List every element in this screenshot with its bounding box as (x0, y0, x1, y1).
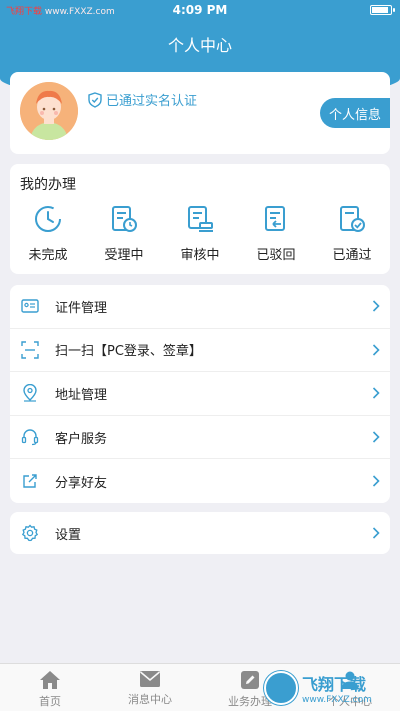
menu-item-id-management[interactable]: 证件管理 (10, 285, 390, 329)
status-item-incomplete[interactable]: 未完成 (10, 204, 86, 263)
menu-item-address-management[interactable]: 地址管理 (10, 372, 390, 416)
menu-item-settings[interactable]: 设置 (10, 512, 390, 554)
menu-item-label: 客户服务 (55, 431, 108, 447)
tab-messages[interactable]: 消息中心 (100, 664, 200, 711)
shield-check-icon (88, 91, 102, 108)
status-label: 未完成 (28, 248, 68, 263)
handling-status-row: 未完成 受理中 审核中 已驳回 已通过 (10, 204, 390, 263)
battery-icon (370, 5, 395, 15)
menu-item-label: 地址管理 (55, 387, 108, 403)
status-time: 4:09 PM (172, 3, 228, 17)
tab-label: 首页 (39, 695, 61, 708)
document-clock-icon (112, 206, 137, 232)
verification-status: 已通过实名认证 (88, 90, 197, 109)
tab-home[interactable]: 首页 (0, 664, 100, 711)
chevron-right-icon (372, 387, 380, 400)
status-item-reviewing[interactable]: 审核中 (162, 204, 238, 263)
share-icon (23, 474, 37, 488)
menu-item-share-friends[interactable]: 分享好友 (10, 459, 390, 503)
status-bar: 飞翔下载 www.FXXZ.com 4:09 PM (0, 0, 400, 20)
document-return-icon (265, 206, 285, 231)
chevron-right-icon (372, 344, 380, 356)
status-item-rejected[interactable]: 已驳回 (238, 204, 314, 263)
menu-item-label: 证件管理 (55, 300, 108, 316)
menu-card: 证件管理 扫一扫【PC登录、签章】 地址管理 客户服务 分享好友 (10, 285, 390, 503)
settings-card: 设置 (10, 512, 390, 554)
status-item-approved[interactable]: 已通过 (314, 204, 390, 263)
status-label: 受理中 (104, 248, 144, 263)
mail-icon (139, 671, 161, 687)
profile-card: 已通过实名认证 个人信息 (10, 72, 390, 154)
menu-item-label: 设置 (55, 527, 82, 543)
status-label: 已驳回 (256, 248, 296, 263)
status-label: 审核中 (180, 248, 220, 263)
document-stamp-icon (188, 206, 213, 232)
pencil-icon (241, 671, 259, 689)
menu-item-customer-service[interactable]: 客户服务 (10, 416, 390, 460)
watermark-title: 飞翔下载 (302, 675, 367, 694)
section-title: 我的办理 (20, 177, 76, 193)
page-title: 个人中心 (167, 36, 232, 55)
personal-info-button[interactable]: 个人信息 (320, 98, 390, 128)
status-label: 已通过 (332, 248, 372, 263)
menu-item-label: 分享好友 (55, 475, 108, 491)
location-pin-icon (23, 384, 37, 403)
gear-icon (21, 524, 39, 542)
id-card-icon (21, 299, 39, 313)
chevron-right-icon (372, 527, 380, 539)
avatar-icon (20, 82, 78, 140)
headset-icon (21, 429, 39, 446)
verified-text: 已通过实名认证 (106, 94, 198, 109)
document-check-icon (340, 206, 365, 232)
watermark: 飞翔下载 www.FXXZ.com (264, 668, 394, 708)
clock-icon (35, 206, 61, 232)
home-icon (40, 671, 60, 689)
chevron-right-icon (372, 475, 380, 487)
watermark-url: www.FXXZ.com (302, 695, 372, 705)
avatar[interactable] (20, 82, 78, 140)
scan-icon (21, 341, 39, 359)
watermark-logo-icon (264, 671, 298, 705)
status-item-accepting[interactable]: 受理中 (86, 204, 162, 263)
tab-label: 消息中心 (128, 693, 172, 706)
chevron-right-icon (372, 431, 380, 443)
menu-item-scan[interactable]: 扫一扫【PC登录、签章】 (10, 329, 390, 373)
menu-item-label: 扫一扫【PC登录、签章】 (55, 344, 202, 360)
my-handling-card: 我的办理 未完成 受理中 审核中 已驳回 已通过 (10, 164, 390, 274)
chevron-right-icon (372, 300, 380, 312)
